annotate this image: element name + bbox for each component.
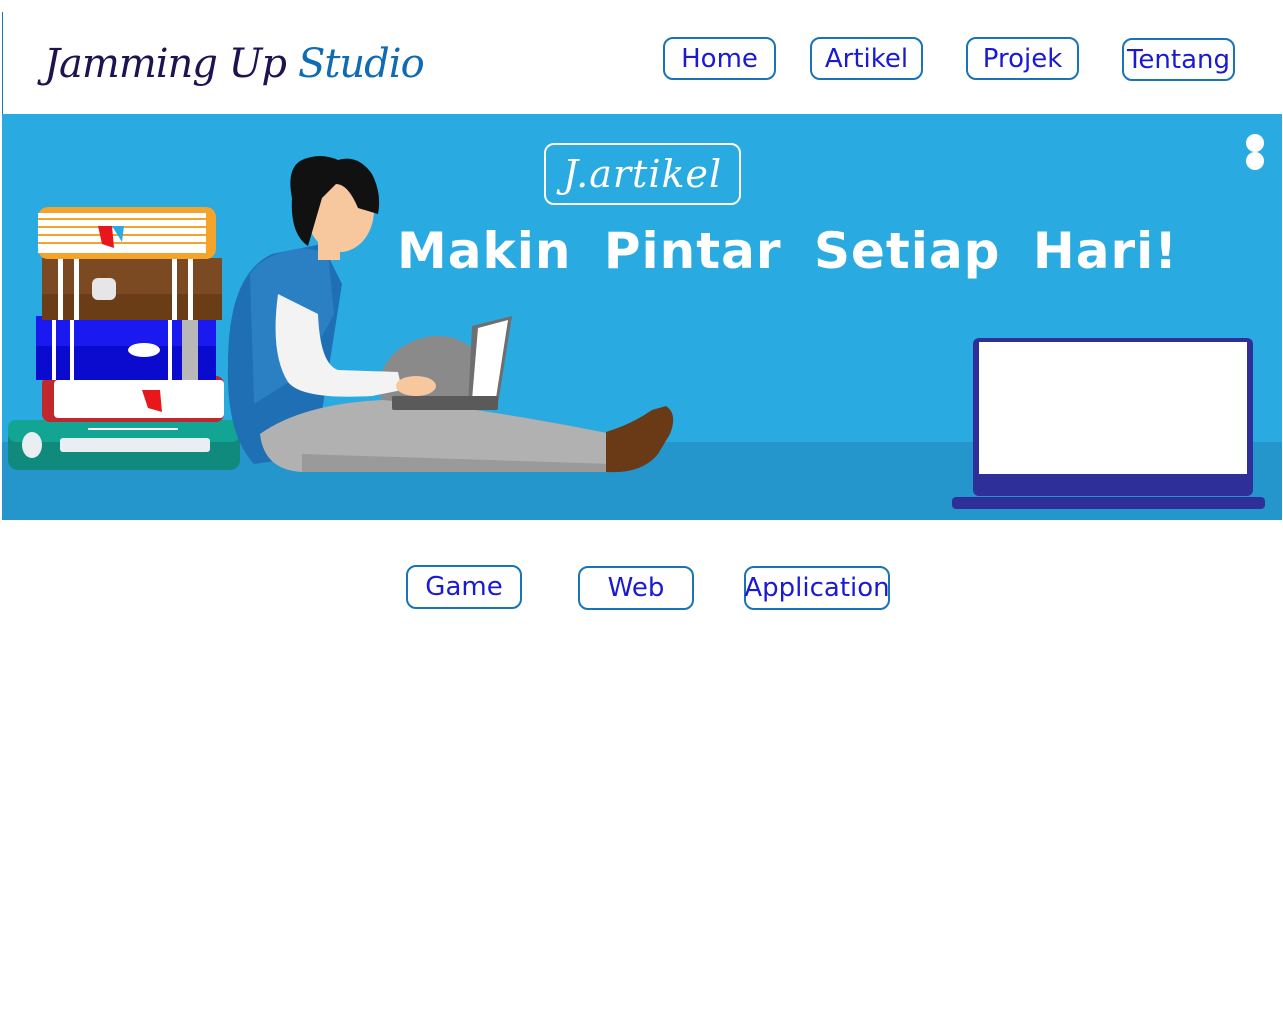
- site-logo[interactable]: Jamming Up Studio: [44, 28, 425, 92]
- nav-artikel-button[interactable]: Artikel: [810, 37, 923, 80]
- hero-headline: Makin Pintar Setiap Hari!: [397, 222, 1179, 280]
- nav-home-button[interactable]: Home: [663, 37, 776, 80]
- category-game-button[interactable]: Game: [406, 565, 522, 609]
- laptop-illustration: [952, 338, 1265, 509]
- hero-banner: J.artikel Makin Pintar Setiap Hari!: [2, 114, 1282, 520]
- category-web-button[interactable]: Web: [578, 566, 694, 610]
- category-application-button[interactable]: Application: [744, 566, 890, 610]
- book-stack-illustration: [8, 207, 240, 470]
- nav-projek-button[interactable]: Projek: [966, 37, 1079, 80]
- page-edge-line: [2, 12, 3, 115]
- menu-dot: [1246, 134, 1264, 152]
- logo-text-secondary: Studio: [297, 41, 425, 87]
- artikel-badge: J.artikel: [544, 143, 741, 205]
- kebab-menu-icon[interactable]: [1246, 134, 1264, 170]
- menu-dot: [1246, 152, 1264, 170]
- logo-text-primary: Jamming Up: [44, 41, 287, 87]
- nav-tentang-button[interactable]: Tentang: [1122, 38, 1235, 81]
